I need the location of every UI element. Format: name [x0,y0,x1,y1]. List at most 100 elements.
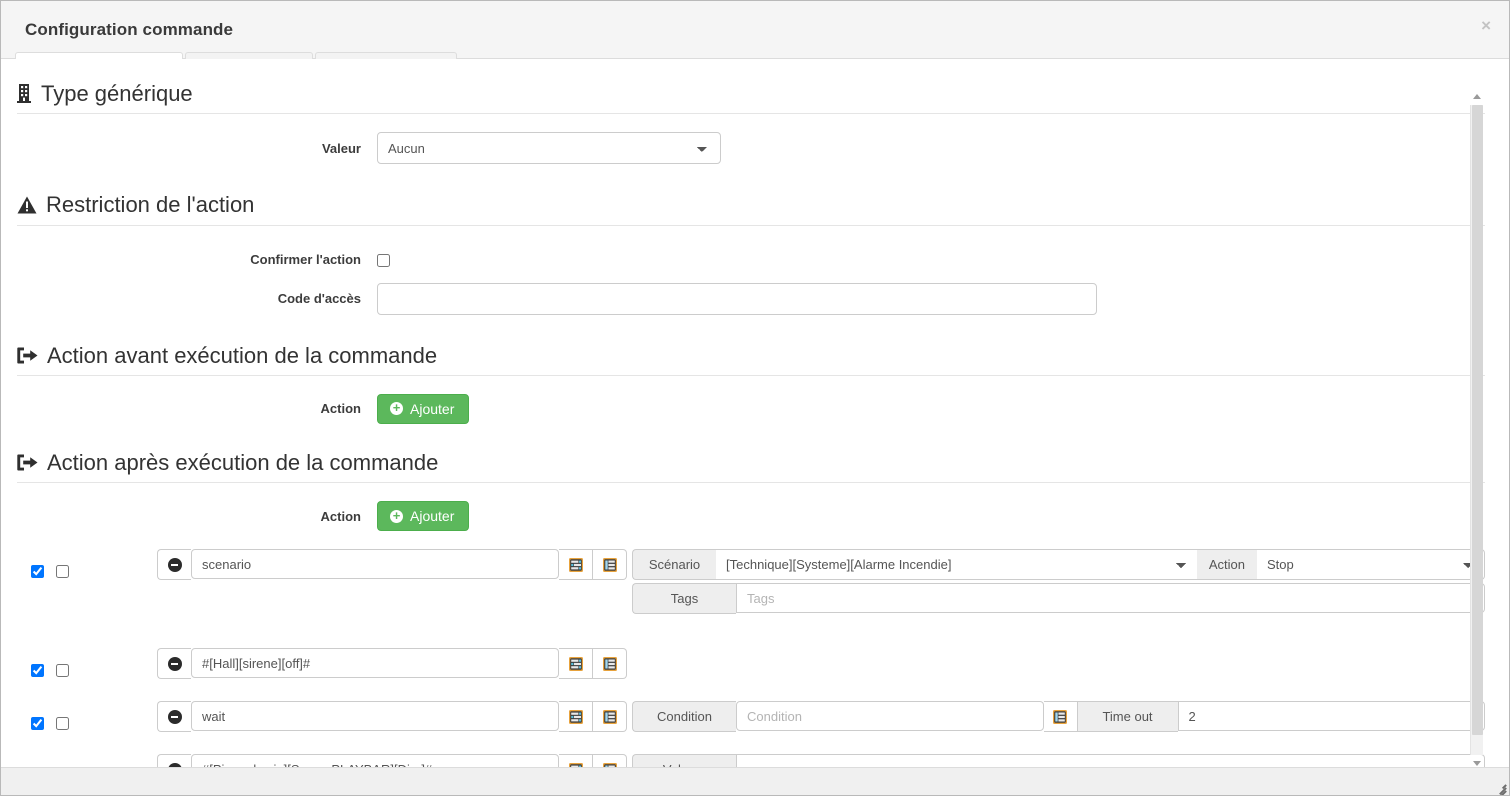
row-3-enabled-checkbox[interactable] [31,716,44,730]
list-alt-icon[interactable] [593,754,627,767]
row-4-checkboxes [17,748,157,767]
resize-grip-handle[interactable] [1490,777,1507,795]
code-acces-input[interactable] [377,282,1097,315]
row-3-checkboxes [17,695,157,739]
modal-body: Type générique Valeur Aucun Restriction … [1,59,1509,767]
plus-circle-icon [390,402,403,416]
row-1-command-group [157,543,627,581]
close-icon[interactable]: × [1477,13,1495,38]
section-heading-action-after: Action après exécution de la commande [17,449,1485,484]
vertical-scrollbar[interactable] [1470,94,1483,766]
row-2-checkboxes [17,642,157,686]
minus-circle-icon [167,557,182,572]
building-icon [17,84,32,104]
remove-action-button[interactable] [157,648,191,680]
row-1-checkboxes [17,543,157,587]
row-4-command-input[interactable] [191,754,559,767]
minus-circle-icon [167,656,182,671]
tab-stub-3[interactable] [315,52,457,59]
scenario-action-label: Action [1196,549,1257,581]
valeur-label: Valeur [321,140,361,156]
sign-out-icon [17,347,38,364]
row-1-command-input[interactable] [191,549,559,580]
section-heading-restriction-label: Restriction de l'action [46,192,255,218]
section-heading-action-after-label: Action après exécution de la commande [47,449,439,475]
sliders-icon[interactable] [559,701,593,733]
sliders-icon[interactable] [559,754,593,767]
sliders-icon[interactable] [559,549,593,581]
row-3-command-input[interactable] [191,701,559,732]
table-row [17,642,1485,686]
row-3-secondary-checkbox[interactable] [56,716,69,730]
scenario-label: Scénario [632,549,716,581]
scenario-select[interactable]: [Technique][Systeme][Alarme Incendie] [716,549,1197,581]
plus-circle-icon [390,509,403,523]
action-rows-container: Scénario [Technique][Systeme][Alarme Inc… [17,543,1485,767]
row-4-details: Volume Message arrte de la sirène [627,748,1485,767]
page-title: Configuration commande [25,19,234,39]
row-1-secondary-checkbox[interactable] [56,564,69,578]
section-heading-action-before-label: Action avant exécution de la commande [47,342,438,368]
confirmer-action-checkbox[interactable] [377,253,390,267]
volume-input[interactable] [736,754,1485,767]
row-1-details: Scénario [Technique][Systeme][Alarme Inc… [627,543,1485,615]
table-row: Scénario [Technique][Systeme][Alarme Inc… [17,543,1485,615]
remove-action-button[interactable] [157,754,191,767]
form-row-valeur: Valeur Aucun [17,132,1485,165]
form-row-action-after: Action Ajouter [17,501,1485,532]
valeur-select[interactable]: Aucun [377,132,721,165]
scenario-action-select[interactable]: Stop [1257,549,1485,581]
section-heading-action-before: Action avant exécution de la commande [17,343,1485,376]
form-row-confirmer: Confirmer l'action [17,252,1485,267]
list-alt-icon[interactable] [593,549,627,581]
row-3-command-group [157,695,627,733]
remove-action-button[interactable] [157,701,191,733]
action-before-label: Action [320,401,361,417]
timeout-input[interactable] [1177,701,1485,732]
section-heading-generic-type-label: Type générique [41,81,193,106]
action-after-label: Action [320,508,361,524]
row-2-enabled-checkbox[interactable] [31,663,44,677]
sliders-icon[interactable] [559,648,593,680]
row-2-command-group [157,642,627,680]
add-action-before-button[interactable]: Ajouter [377,393,470,424]
warning-triangle-icon [17,196,37,214]
form-row-action-before: Action Ajouter [17,393,1485,424]
volume-label: Volume [632,754,736,767]
section-heading-generic-type: Type générique [17,81,1485,115]
timeout-label: Time out [1077,701,1178,733]
condition-input[interactable] [736,701,1044,732]
list-alt-icon[interactable] [1043,701,1078,733]
list-alt-icon[interactable] [593,648,627,680]
table-row: Condition [17,695,1485,739]
modal-footer [1,767,1509,795]
scrollbar-thumb[interactable] [1472,105,1483,735]
row-2-command-input[interactable] [191,648,559,679]
table-row: Volume Message arrte de la sirène [17,748,1485,767]
code-acces-label: Code d'accès [277,291,361,307]
remove-action-button[interactable] [157,549,191,581]
add-action-after-label: Ajouter [410,508,455,525]
tab-stub-active[interactable] [15,52,183,59]
modal-header: Configuration commande × [1,1,1509,59]
tab-stub-2[interactable] [185,52,313,59]
add-action-before-label: Ajouter [410,400,455,417]
tags-input[interactable] [736,583,1485,614]
row-1-enabled-checkbox[interactable] [31,564,44,578]
sign-out-icon [17,454,38,471]
add-action-after-button[interactable]: Ajouter [377,501,470,532]
row-2-details [627,642,1485,648]
tab-strip [1,51,1509,59]
list-alt-icon[interactable] [593,701,627,733]
condition-label: Condition [632,701,736,733]
scroll-up-arrow-icon[interactable] [1473,94,1481,99]
form-row-code-acces: Code d'accès [17,282,1485,315]
row-4-command-group [157,748,627,767]
tags-label: Tags [632,583,736,615]
scroll-down-arrow-icon[interactable] [1473,761,1481,766]
configuration-command-modal: Configuration commande × Type générique … [0,0,1510,796]
row-2-secondary-checkbox[interactable] [56,663,69,677]
minus-circle-icon [167,709,182,724]
section-heading-restriction: Restriction de l'action [17,192,1485,226]
row-3-details: Condition Condition Time out 2 [627,695,1485,733]
